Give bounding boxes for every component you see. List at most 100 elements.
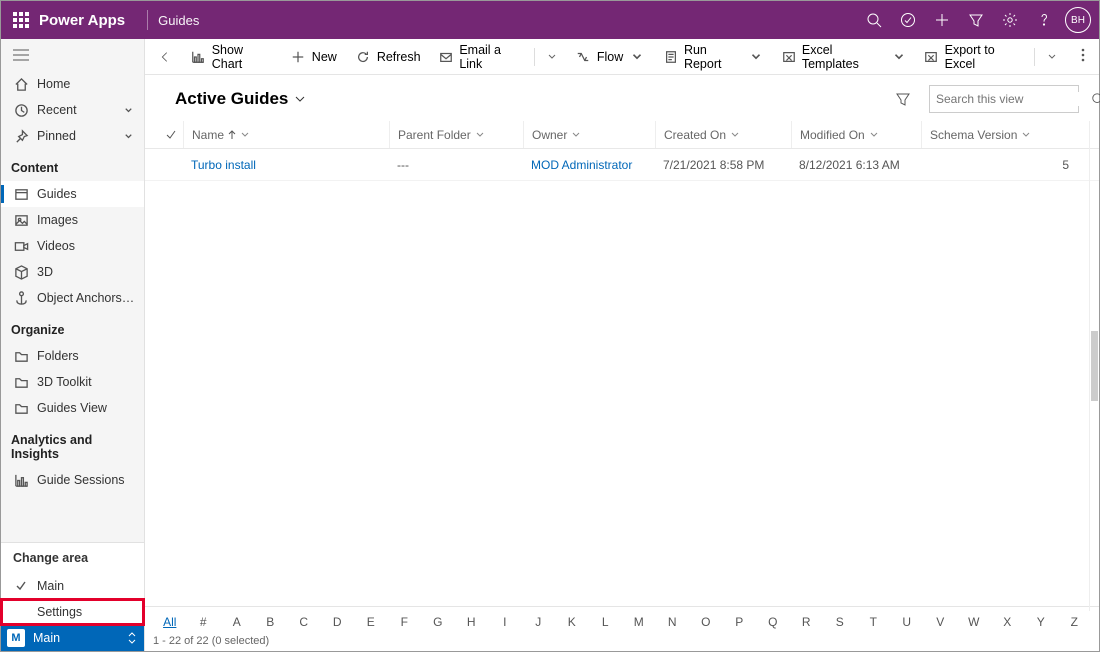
alpha-g[interactable]: G [421,615,455,629]
alpha-b[interactable]: B [254,615,288,629]
alpha-m[interactable]: M [622,615,656,629]
chevron-down-icon [891,49,906,65]
more-commands-button[interactable] [1073,47,1093,66]
clock-icon [13,102,29,118]
col-schema-version[interactable]: Schema Version [921,121,1051,148]
mail-icon [439,49,454,65]
alpha-u[interactable]: U [890,615,924,629]
nav-guides[interactable]: Guides [1,181,144,207]
scrollbar[interactable] [1089,121,1099,611]
alpha-d[interactable]: D [321,615,355,629]
nav-images[interactable]: Images [1,207,144,233]
image-icon [13,212,29,228]
alpha-t[interactable]: T [857,615,891,629]
alpha-l[interactable]: L [589,615,623,629]
col-modified-on[interactable]: Modified On [791,121,921,148]
main-panel: Show ChartNewRefreshEmail a Link FlowRun … [145,39,1099,651]
area-option-main[interactable]: Main [1,573,144,599]
column-filter-button[interactable] [889,85,917,113]
alpha-z[interactable]: Z [1058,615,1092,629]
nav-recent[interactable]: Recent [1,97,144,123]
nav-object-anchors-prev-[interactable]: Object Anchors (Prev... [1,285,144,311]
alpha-p[interactable]: P [723,615,757,629]
cell-created: 7/21/2021 8:58 PM [655,158,791,172]
user-avatar[interactable]: BH [1065,7,1091,33]
col-owner[interactable]: Owner [523,121,655,148]
alpha-k[interactable]: K [555,615,589,629]
plus-icon [290,49,306,65]
alpha-all[interactable]: All [153,615,187,629]
app-launcher-icon[interactable] [13,12,29,28]
current-area-button[interactable]: M Main [1,625,144,651]
divider [1034,48,1035,66]
alpha-q[interactable]: Q [756,615,790,629]
alpha-#[interactable]: # [187,615,221,629]
search-input[interactable] [936,92,1091,106]
cell-name[interactable]: Turbo install [183,158,389,172]
nav-3d[interactable]: 3D [1,259,144,285]
table-row[interactable]: Turbo install---MOD Administrator7/21/20… [145,149,1099,181]
cell-modified: 8/12/2021 6:13 AM [791,158,921,172]
alpha-r[interactable]: R [790,615,824,629]
cmd-new[interactable]: New [282,43,345,71]
alpha-h[interactable]: H [455,615,489,629]
folder-icon [13,348,29,364]
cmd-run-report[interactable]: Run Report [655,43,771,71]
cmd-email-a-link[interactable]: Email a Link [431,43,530,71]
view-search[interactable] [929,85,1079,113]
guide-icon [13,186,29,202]
col-parent-folder[interactable]: Parent Folder [389,121,523,148]
nav-3d-toolkit[interactable]: 3D Toolkit [1,369,144,395]
cube-icon [13,264,29,280]
alpha-f[interactable]: F [388,615,422,629]
menu-toggle[interactable] [1,39,144,71]
view-title: Active Guides [175,89,288,109]
add-icon[interactable] [925,1,959,39]
alpha-s[interactable]: S [823,615,857,629]
help-icon[interactable] [1027,1,1061,39]
cell-owner[interactable]: MOD Administrator [523,158,655,172]
alpha-n[interactable]: N [656,615,690,629]
nav-folders[interactable]: Folders [1,343,144,369]
alpha-e[interactable]: E [354,615,388,629]
cmd-export-to-excel[interactable]: Export to Excel [916,43,1030,71]
select-all[interactable] [159,129,183,141]
view-selector[interactable]: Active Guides [175,89,306,109]
alpha-y[interactable]: Y [1024,615,1058,629]
task-icon[interactable] [891,1,925,39]
alpha-v[interactable]: V [924,615,958,629]
alpha-i[interactable]: I [488,615,522,629]
back-button[interactable] [151,43,179,71]
nav-guides-view[interactable]: Guides View [1,395,144,421]
chevron-down-icon [240,130,250,140]
nav-pinned[interactable]: Pinned [1,123,144,149]
col-created-on[interactable]: Created On [655,121,791,148]
alpha-j[interactable]: J [522,615,556,629]
filter-icon[interactable] [959,1,993,39]
cmd-email-a-link-more[interactable] [539,43,565,71]
chevron-down-icon [1021,130,1031,140]
context-label[interactable]: Guides [158,13,199,28]
alpha-x[interactable]: X [991,615,1025,629]
chart-icon [191,49,206,65]
cmd-flow[interactable]: Flow [567,43,653,71]
nav-home[interactable]: Home [1,71,144,97]
cmd-excel-templates[interactable]: Excel Templates [773,43,914,71]
cmd-show-chart[interactable]: Show Chart [183,43,280,71]
area-switcher: Change area MainSettings [1,542,144,625]
col-name[interactable]: Name [183,121,389,148]
nav-videos[interactable]: Videos [1,233,144,259]
refresh-icon [355,49,371,65]
alpha-c[interactable]: C [287,615,321,629]
alpha-w[interactable]: W [957,615,991,629]
nav-guide-sessions[interactable]: Guide Sessions [1,467,144,493]
area-option-settings[interactable]: Settings [1,599,144,625]
cmd-export-to-excel-more[interactable] [1039,43,1065,71]
search-icon[interactable] [857,1,891,39]
alpha-a[interactable]: A [220,615,254,629]
brand-label: Power Apps [39,12,125,29]
search-icon [1091,92,1100,106]
alpha-o[interactable]: O [689,615,723,629]
settings-icon[interactable] [993,1,1027,39]
cmd-refresh[interactable]: Refresh [347,43,429,71]
